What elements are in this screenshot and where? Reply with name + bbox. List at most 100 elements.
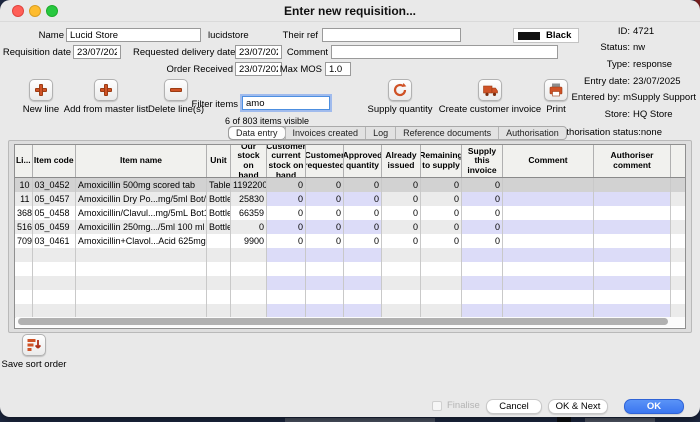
ok-next-button[interactable]: OK & Next — [548, 399, 608, 414]
comment-cell[interactable] — [503, 234, 594, 248]
header-comment[interactable]: Comment — [503, 145, 594, 177]
authoriser-comment-cell[interactable] — [594, 220, 671, 234]
table-row[interactable] — [15, 304, 685, 318]
requisition-date-field[interactable] — [73, 45, 121, 59]
max-mos-field[interactable] — [325, 62, 351, 76]
ok-button[interactable]: OK — [624, 399, 684, 414]
table-row[interactable] — [15, 262, 685, 276]
comment-cell[interactable] — [503, 206, 594, 220]
customer-requested-cell[interactable]: 0 — [306, 192, 344, 206]
supply-this-invoice-cell[interactable] — [462, 248, 503, 262]
comment-cell[interactable] — [503, 178, 594, 192]
table-row[interactable] — [15, 248, 685, 262]
supply-this-invoice-cell[interactable] — [462, 290, 503, 304]
customer-current-stock-cell[interactable]: 0 — [267, 220, 306, 234]
header-item-code[interactable]: Item code — [33, 145, 77, 177]
supply-quantity-button[interactable]: Supply quantity — [355, 79, 445, 115]
approved-quantity-cell[interactable]: 0 — [344, 192, 382, 206]
scrollbar-thumb[interactable] — [18, 318, 668, 325]
customer-current-stock-cell[interactable]: 0 — [267, 192, 306, 206]
approved-quantity-cell[interactable]: 0 — [344, 220, 382, 234]
approved-quantity-cell[interactable]: 0 — [344, 206, 382, 220]
requested-delivery-date-field[interactable] — [235, 45, 282, 59]
table-row[interactable]: 1003_0452Amoxicillin 500mg scored tabTab… — [15, 178, 685, 192]
header-remaining-to-supply[interactable]: Remaining to supply — [421, 145, 462, 177]
header-unit[interactable]: Unit — [207, 145, 231, 177]
authoriser-comment-cell[interactable] — [594, 304, 671, 318]
customer-requested-cell[interactable]: 0 — [306, 220, 344, 234]
supply-this-invoice-cell[interactable]: 0 — [462, 192, 503, 206]
table-row[interactable]: 70903_0461Amoxicillin+Clavol...Acid 625m… — [15, 234, 685, 248]
customer-requested-cell[interactable] — [306, 276, 344, 290]
approved-quantity-cell[interactable] — [344, 248, 382, 262]
comment-cell[interactable] — [503, 248, 594, 262]
approved-quantity-cell[interactable] — [344, 262, 382, 276]
customer-current-stock-cell[interactable]: 0 — [267, 178, 306, 192]
horizontal-scrollbar[interactable] — [16, 317, 686, 327]
customer-current-stock-cell[interactable] — [267, 276, 306, 290]
titlebar[interactable]: Enter new requisition... — [0, 0, 700, 22]
supply-this-invoice-cell[interactable]: 0 — [462, 206, 503, 220]
authoriser-comment-cell[interactable] — [594, 262, 671, 276]
comment-cell[interactable] — [503, 192, 594, 206]
tab-authorisation[interactable]: Authorisation — [498, 127, 566, 139]
header-approved-quantity[interactable]: Approved quantity — [344, 145, 382, 177]
supply-this-invoice-cell[interactable]: 0 — [462, 220, 503, 234]
finalise-checkbox[interactable] — [432, 401, 442, 411]
approved-quantity-cell[interactable]: 0 — [344, 234, 382, 248]
comment-cell[interactable] — [503, 304, 594, 318]
customer-requested-cell[interactable] — [306, 248, 344, 262]
table-row[interactable] — [15, 290, 685, 304]
cancel-button[interactable]: Cancel — [486, 399, 542, 414]
their-ref-field[interactable] — [322, 28, 461, 42]
authoriser-comment-cell[interactable] — [594, 248, 671, 262]
header-line[interactable]: Li... — [15, 145, 33, 177]
customer-requested-cell[interactable] — [306, 262, 344, 276]
comment-cell[interactable] — [503, 220, 594, 234]
header-supply-this-invoice[interactable]: Supply this invoice — [462, 145, 503, 177]
customer-current-stock-cell[interactable]: 0 — [267, 206, 306, 220]
filter-items-input[interactable] — [242, 96, 330, 110]
supply-this-invoice-cell[interactable] — [462, 276, 503, 290]
header-customer-current-stock[interactable]: Customer current stock on hand — [267, 145, 306, 177]
table-row[interactable]: 51605_0459Amoxicillin 250mg.../5ml 100 m… — [15, 220, 685, 234]
customer-current-stock-cell[interactable] — [267, 262, 306, 276]
header-authoriser-comment[interactable]: Authoriser comment — [594, 145, 671, 177]
tab-reference-documents[interactable]: Reference documents — [395, 127, 498, 139]
customer-requested-cell[interactable]: 0 — [306, 234, 344, 248]
save-sort-order-button[interactable]: Save sort order — [1, 334, 67, 370]
authoriser-comment-cell[interactable] — [594, 234, 671, 248]
authoriser-comment-cell[interactable] — [594, 192, 671, 206]
name-field[interactable] — [66, 28, 201, 42]
customer-requested-cell[interactable]: 0 — [306, 206, 344, 220]
customer-current-stock-cell[interactable] — [267, 304, 306, 318]
authoriser-comment-cell[interactable] — [594, 178, 671, 192]
tab-invoices-created[interactable]: Invoices created — [285, 127, 366, 139]
supply-this-invoice-cell[interactable]: 0 — [462, 178, 503, 192]
authoriser-comment-cell[interactable] — [594, 290, 671, 304]
header-our-stock-on-hand[interactable]: Our stock on hand — [231, 145, 267, 177]
supply-this-invoice-cell[interactable]: 0 — [462, 234, 503, 248]
table-row[interactable]: 36805_0458Amoxicillin/Clavul...mg/5mL Bo… — [15, 206, 685, 220]
customer-requested-cell[interactable]: 0 — [306, 178, 344, 192]
customer-requested-cell[interactable] — [306, 290, 344, 304]
comment-cell[interactable] — [503, 262, 594, 276]
customer-current-stock-cell[interactable] — [267, 248, 306, 262]
table-row[interactable]: 1105_0457Amoxicillin Dry Po...mg/5ml Bot… — [15, 192, 685, 206]
customer-current-stock-cell[interactable] — [267, 290, 306, 304]
header-customer-requested[interactable]: Customer requested — [306, 145, 344, 177]
comment-cell[interactable] — [503, 276, 594, 290]
add-from-master-list-button[interactable]: Add from master list — [66, 79, 146, 115]
header-item-name[interactable]: Item name — [76, 145, 207, 177]
approved-quantity-cell[interactable] — [344, 276, 382, 290]
supply-this-invoice-cell[interactable] — [462, 262, 503, 276]
customer-requested-cell[interactable] — [306, 304, 344, 318]
comment-field[interactable] — [331, 45, 558, 59]
header-already-issued[interactable]: Already issued — [382, 145, 421, 177]
approved-quantity-cell[interactable] — [344, 304, 382, 318]
customer-current-stock-cell[interactable]: 0 — [267, 234, 306, 248]
approved-quantity-cell[interactable]: 0 — [344, 178, 382, 192]
comment-cell[interactable] — [503, 290, 594, 304]
table-row[interactable] — [15, 276, 685, 290]
authoriser-comment-cell[interactable] — [594, 206, 671, 220]
